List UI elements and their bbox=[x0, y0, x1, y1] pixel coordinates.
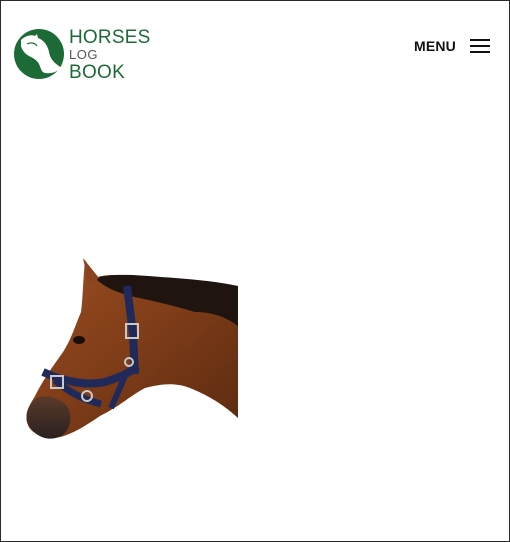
logo-text-book: BOOK bbox=[69, 62, 126, 83]
horse-head-image bbox=[26, 258, 238, 439]
horse-head-logo-icon bbox=[14, 29, 64, 79]
page-frame: HORSES LOG BOOK MENU bbox=[0, 0, 510, 542]
logo-text-log: LOG bbox=[69, 47, 98, 62]
menu-label: MENU bbox=[413, 38, 456, 54]
menu-button[interactable]: MENU bbox=[414, 35, 490, 57]
site-logo-link[interactable]: HORSES LOG BOOK bbox=[13, 28, 153, 82]
hamburger-menu-icon[interactable] bbox=[470, 38, 490, 54]
logo-wordmark: HORSES LOG BOOK bbox=[69, 27, 151, 83]
site-header: HORSES LOG BOOK MENU bbox=[1, 1, 509, 101]
logo-text-horses: HORSES bbox=[69, 27, 151, 48]
